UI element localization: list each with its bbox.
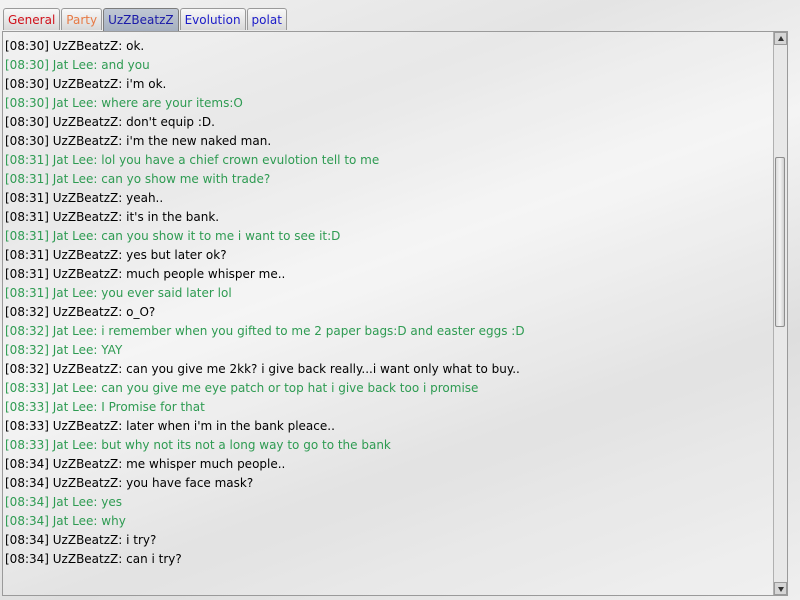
chat-message: [08:30] Jat Lee: where are your items:O xyxy=(5,96,243,110)
tab-party[interactable]: Party xyxy=(61,8,103,30)
chat-message: [08:30] Jat Lee: and you xyxy=(5,58,150,72)
chat-message: [08:32] UzZBeatzZ: o_O? xyxy=(5,305,156,319)
chat-message: [08:30] UzZBeatzZ: i'm the new naked man… xyxy=(5,134,272,148)
chat-message: [08:31] UzZBeatzZ: yeah.. xyxy=(5,191,164,205)
chat-message: [08:34] UzZBeatzZ: you have face mask? xyxy=(5,476,254,490)
chat-message: [08:34] Jat Lee: why xyxy=(5,514,126,528)
tab-uzzbeatzz[interactable]: UzZBeatzZ xyxy=(103,8,179,31)
tab-bar: General Party UzZBeatzZ Evolution polat xyxy=(3,8,287,31)
arrow-down-icon xyxy=(778,587,784,592)
chat-message: [08:32] UzZBeatzZ: can you give me 2kk? … xyxy=(5,362,520,376)
chat-message: [08:33] Jat Lee: can you give me eye pat… xyxy=(5,381,479,395)
chat-message: [08:31] Jat Lee: can you show it to me i… xyxy=(5,229,341,243)
chat-message: [08:34] UzZBeatzZ: can i try? xyxy=(5,552,182,566)
chat-message: [08:31] Jat Lee: lol you have a chief cr… xyxy=(5,153,380,167)
tab-label: Party xyxy=(66,13,98,27)
chat-message: [08:31] UzZBeatzZ: yes but later ok? xyxy=(5,248,227,262)
tab-label: polat xyxy=(251,13,282,27)
arrow-up-icon xyxy=(778,36,784,41)
tab-general[interactable]: General xyxy=(3,8,61,30)
chat-message: [08:33] Jat Lee: I Promise for that xyxy=(5,400,205,414)
chat-message: [08:33] UzZBeatzZ: later when i'm in the… xyxy=(5,419,335,433)
chat-message: [08:34] UzZBeatzZ: i try? xyxy=(5,533,157,547)
chat-message: [08:33] Jat Lee: but why not its not a l… xyxy=(5,438,391,452)
chat-message: [08:34] Jat Lee: yes xyxy=(5,495,123,509)
tab-label: UzZBeatzZ xyxy=(108,13,174,27)
chat-log-panel: [08:30] UzZBeatzZ: ok. [08:30] Jat Lee: a… xyxy=(2,31,788,596)
chat-message: [08:31] UzZBeatzZ: it's in the bank. xyxy=(5,210,220,224)
tab-polat[interactable]: polat xyxy=(246,8,287,30)
chat-message: [08:34] UzZBeatzZ: me whisper much peopl… xyxy=(5,457,286,471)
chat-message: [08:30] UzZBeatzZ: don't equip :D. xyxy=(5,115,215,129)
chat-message: [08:31] Jat Lee: you ever said later lol xyxy=(5,286,232,300)
chat-message: [08:31] Jat Lee: can yo show me with tra… xyxy=(5,172,271,186)
scrollbar-thumb[interactable] xyxy=(775,156,785,327)
tab-evolution[interactable]: Evolution xyxy=(179,8,246,30)
tab-label: General xyxy=(8,13,56,27)
chat-message: [08:32] Jat Lee: i remember when you gif… xyxy=(5,324,525,338)
chat-log: [08:30] UzZBeatzZ: ok. [08:30] Jat Lee: a… xyxy=(5,37,773,569)
chat-message: [08:30] UzZBeatzZ: i'm ok. xyxy=(5,77,167,91)
scroll-down-button[interactable] xyxy=(774,582,787,595)
chat-window: General Party UzZBeatzZ Evolution polat … xyxy=(0,0,800,600)
chat-message: [08:32] Jat Lee: YAY xyxy=(5,343,123,357)
chat-message: [08:31] UzZBeatzZ: much people whisper m… xyxy=(5,267,286,281)
tab-label: Evolution xyxy=(184,13,241,27)
scroll-up-button[interactable] xyxy=(774,32,787,45)
vertical-scrollbar[interactable] xyxy=(773,32,787,595)
chat-message: [08:30] UzZBeatzZ: ok. xyxy=(5,39,145,53)
